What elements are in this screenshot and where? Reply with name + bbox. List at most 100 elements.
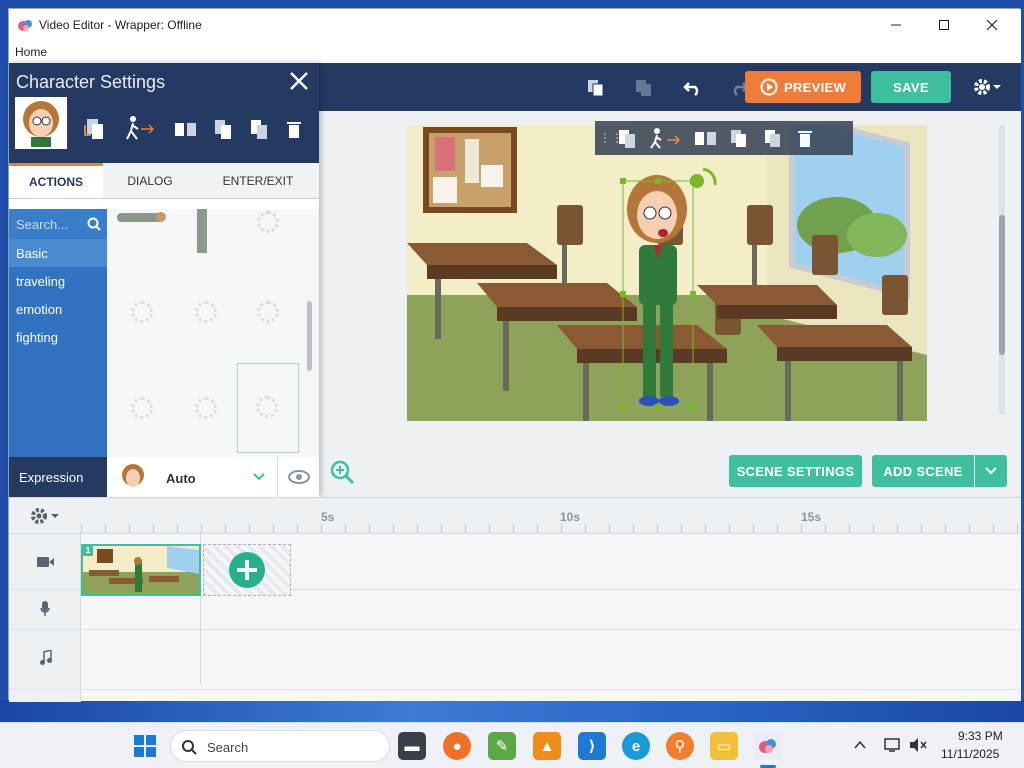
window-title: Video Editor - Wrapper: Offline — [39, 18, 202, 32]
swap-character-icon[interactable] — [81, 115, 109, 143]
flip-icon[interactable] — [689, 126, 723, 150]
preview-label: PREVIEW — [783, 79, 847, 95]
tab-actions[interactable]: ACTIONS — [9, 163, 103, 199]
network-icon[interactable] — [884, 737, 902, 753]
paste-icon[interactable] — [625, 69, 661, 105]
category-basic[interactable]: Basic — [9, 239, 107, 267]
action-category-list: Search... Basic traveling emotion fighti… — [9, 209, 107, 457]
copy-icon[interactable] — [577, 69, 613, 105]
action-thumb-lying[interactable] — [117, 209, 167, 225]
tab-dialog[interactable]: DIALOG — [103, 163, 197, 199]
panel-title: Character Settings — [16, 72, 166, 92]
maximize-button[interactable] — [921, 9, 967, 41]
walk-action-icon[interactable] — [643, 126, 689, 150]
motion-icon[interactable] — [121, 113, 165, 145]
clock-time[interactable]: 9:33 PM — [958, 729, 1003, 743]
play-icon — [760, 78, 778, 96]
action-thumb-standing[interactable] — [193, 209, 213, 255]
tick-10s: 10s — [560, 510, 581, 524]
menu-bar: Home — [9, 41, 1021, 63]
category-emotion[interactable]: emotion — [9, 295, 107, 323]
firefox-icon[interactable]: ● — [443, 732, 471, 760]
search-icon[interactable] — [87, 217, 101, 231]
settings-menu[interactable] — [967, 69, 1007, 105]
file-explorer-icon[interactable]: ▭ — [710, 732, 738, 760]
character-avatar[interactable] — [15, 97, 67, 149]
category-traveling[interactable]: traveling — [9, 267, 107, 295]
app-logo-icon — [18, 20, 32, 31]
selected-action-slot[interactable] — [237, 363, 299, 453]
menu-home[interactable]: Home — [15, 45, 47, 59]
search-input[interactable]: Search... — [16, 217, 68, 232]
save-label: SAVE — [893, 79, 929, 95]
category-fighting[interactable]: fighting — [9, 323, 107, 351]
action-grid-scrollbar[interactable] — [307, 301, 312, 371]
gear-icon — [974, 79, 1001, 95]
task-view-icon[interactable]: ▬ — [398, 732, 426, 760]
add-scene-label: ADD SCENE — [883, 463, 963, 479]
stage-scrollbar[interactable] — [999, 125, 1005, 415]
stage-scroll-thumb[interactable] — [999, 215, 1005, 355]
notepad-icon[interactable]: ✎ — [488, 732, 516, 760]
microphone-icon — [40, 601, 50, 616]
music-track — [9, 630, 1021, 690]
vlc-icon[interactable]: ▲ — [533, 732, 561, 760]
copy-char-icon[interactable] — [723, 126, 757, 150]
taskbar: Search ▬ ● ✎ ▲ ⟩ e ⚲ ▭ 9:33 PM 11/11/202… — [0, 722, 1024, 768]
chevron-down-icon — [985, 467, 997, 475]
scene-thumbnail[interactable]: 1 — [81, 544, 201, 596]
search-app-icon[interactable]: ⚲ — [666, 732, 694, 760]
swap-icon[interactable] — [613, 126, 643, 150]
tab-enter-exit[interactable]: ENTER/EXIT — [197, 163, 319, 199]
panel-tabs: ACTIONS DIALOG ENTER/EXIT — [9, 163, 319, 199]
loading-spinner — [257, 211, 279, 233]
screen: Video Editor - Wrapper: Offline Home PRE… — [0, 0, 1024, 768]
loading-spinner — [257, 301, 279, 323]
delete-icon[interactable] — [791, 126, 821, 150]
add-scene-slot[interactable] — [203, 544, 291, 596]
taskbar-search-label: Search — [207, 740, 249, 755]
speaker-muted-icon[interactable] — [908, 737, 928, 753]
search-box[interactable]: Search... — [9, 209, 107, 239]
timeline-ruler: 5s 10s 15s — [9, 498, 1021, 534]
tick-5s: 5s — [321, 510, 335, 524]
copy-character-icon[interactable] — [211, 117, 237, 143]
character-float-toolbar: ⋮⋮ — [595, 121, 853, 155]
chevron-down-icon[interactable] — [253, 473, 265, 481]
title-bar: Video Editor - Wrapper: Offline — [9, 9, 1021, 41]
save-button[interactable]: SAVE — [871, 71, 951, 103]
search-icon — [182, 740, 197, 755]
expression-preview-toggle[interactable] — [277, 457, 319, 497]
eye-icon — [287, 470, 310, 484]
expression-select[interactable]: Auto — [166, 471, 196, 486]
paste-character-icon[interactable] — [247, 117, 273, 143]
taskbar-search[interactable]: Search — [170, 730, 390, 762]
music-note-icon — [40, 650, 52, 665]
scene-settings-label: SCENE SETTINGS — [736, 463, 855, 479]
loading-spinner — [131, 301, 153, 323]
timeline-gear-icon[interactable] — [29, 506, 63, 526]
panel-header: Character Settings — [9, 63, 319, 163]
zoom-in-icon[interactable] — [329, 459, 355, 485]
add-scene-button[interactable]: ADD SCENE — [872, 455, 974, 487]
undo-icon[interactable] — [675, 69, 711, 105]
chevron-up-icon[interactable] — [854, 740, 866, 750]
scene-canvas[interactable] — [407, 125, 927, 421]
scene-settings-button[interactable]: SCENE SETTINGS — [729, 455, 862, 487]
wrapper-app-icon[interactable] — [754, 732, 782, 760]
paste-char-icon[interactable] — [757, 126, 791, 150]
start-icon[interactable] — [134, 735, 156, 757]
close-window-button[interactable] — [969, 9, 1015, 41]
drag-handle-icon[interactable]: ⋮⋮ — [599, 131, 623, 145]
minimize-button[interactable] — [873, 9, 919, 41]
close-icon[interactable] — [289, 71, 309, 91]
expression-face-icon — [119, 463, 147, 491]
add-scene-dropdown[interactable] — [975, 455, 1007, 487]
edge-icon[interactable]: e — [622, 732, 650, 760]
preview-button[interactable]: PREVIEW — [745, 71, 861, 103]
plus-icon — [229, 552, 265, 588]
vscode-icon[interactable]: ⟩ — [578, 732, 606, 760]
flip-character-icon[interactable] — [171, 117, 199, 143]
delete-character-icon[interactable] — [283, 119, 305, 141]
clock-date[interactable]: 11/11/2025 — [941, 747, 999, 761]
